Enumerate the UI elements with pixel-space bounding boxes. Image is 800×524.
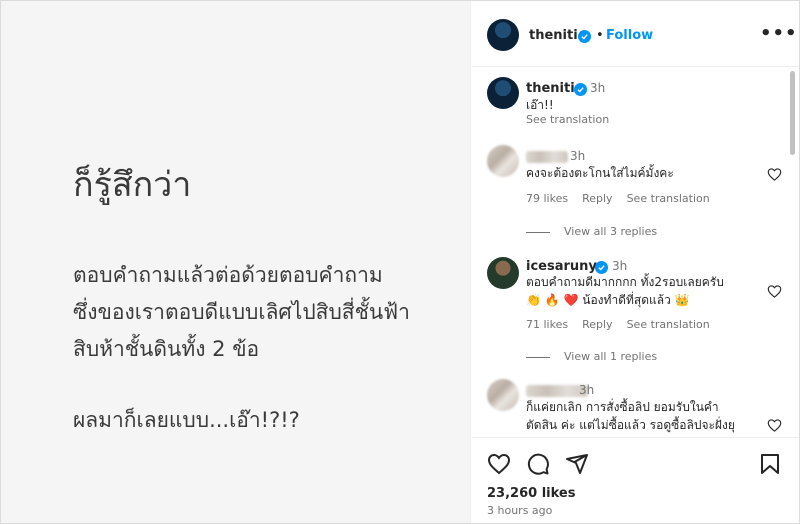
separator-dot: • bbox=[596, 28, 604, 43]
blurred-username[interactable] bbox=[526, 151, 568, 163]
comment-text: คงจะต้องตะโกนใส่ไมค์มั้งคะ bbox=[526, 166, 674, 180]
post-image-line: สิบห้าชั้นดินทั้ง 2 ข้อ bbox=[73, 337, 260, 361]
likes-count[interactable]: 23,260 likes bbox=[487, 486, 575, 501]
caption-time[interactable]: 3h bbox=[590, 81, 605, 95]
post-image: ก็รู้สึกว่า ตอบคำถามแล้วต่อด้วยตอบคำถาม … bbox=[1, 1, 471, 523]
post-image-line: ซึ่งของเราตอบดีแบบเลิศไปสิบสี่ชั้นฟ้า bbox=[73, 300, 410, 324]
see-translation-link[interactable]: See translation bbox=[627, 318, 710, 331]
reply-button[interactable]: Reply bbox=[582, 192, 612, 205]
post-image-line: ตอบคำถามแล้วต่อด้วยตอบคำถาม bbox=[73, 263, 383, 287]
post-image-last-line: ผลมาก็เลยแบบ...เอ๊า!?!? bbox=[73, 408, 300, 432]
comment-text: ตัดสิน ค่ะ แต่ไม่ซื้อแล้ว รอดูซื้อลิปจะฝ… bbox=[526, 418, 735, 432]
like-comment-heart-icon[interactable] bbox=[767, 418, 782, 433]
comment-likes[interactable]: 71 likes bbox=[526, 318, 568, 331]
comment-time[interactable]: 3h bbox=[579, 383, 594, 397]
post-image-paragraph: ตอบคำถามแล้วต่อด้วยตอบคำถาม ซึ่งของเราตอ… bbox=[73, 257, 463, 368]
see-translation-link[interactable]: See translation bbox=[627, 192, 710, 205]
reply-button[interactable]: Reply bbox=[582, 318, 612, 331]
verified-badge-icon bbox=[574, 83, 587, 96]
comment-likes[interactable]: 79 likes bbox=[526, 192, 568, 205]
comments-list[interactable]: theniti 3h เอ๊า!! See translation 3h คงจ… bbox=[472, 67, 799, 437]
like-heart-icon[interactable] bbox=[487, 452, 511, 476]
avatar[interactable] bbox=[487, 145, 519, 177]
post-image-title: ก็รู้สึกว่า bbox=[73, 165, 192, 205]
like-comment-heart-icon[interactable] bbox=[767, 284, 782, 299]
post-actions: 23,260 likes 3 hours ago bbox=[472, 437, 799, 523]
see-translation-link[interactable]: See translation bbox=[526, 113, 609, 126]
follow-button[interactable]: Follow bbox=[606, 28, 653, 43]
comment-time[interactable]: 3h bbox=[570, 149, 585, 163]
comments-scrollbar[interactable] bbox=[790, 71, 795, 155]
avatar[interactable] bbox=[487, 379, 519, 411]
verified-badge-icon bbox=[578, 30, 591, 43]
post-header: theniti • Follow ••• bbox=[472, 1, 799, 67]
view-replies-button[interactable]: View all 1 replies bbox=[526, 350, 657, 363]
comment-text: ก็แค่ยกเลิก การสั่งซื้อลิป ยอมรับในคำ bbox=[526, 400, 719, 414]
view-replies-button[interactable]: View all 3 replies bbox=[526, 225, 657, 238]
avatar[interactable] bbox=[487, 77, 519, 109]
save-bookmark-icon[interactable] bbox=[758, 452, 782, 476]
more-options-icon[interactable]: ••• bbox=[760, 23, 798, 44]
comment-meta: 71 likes Reply See translation bbox=[526, 318, 724, 331]
avatar[interactable] bbox=[487, 19, 519, 51]
comment-meta: 79 likes Reply See translation bbox=[526, 192, 724, 205]
like-comment-heart-icon[interactable] bbox=[767, 167, 782, 182]
comment-time[interactable]: 3h bbox=[612, 259, 627, 273]
posted-time[interactable]: 3 hours ago bbox=[487, 504, 552, 517]
comment-text: 👏 🔥 ❤️ น้องทำดีที่สุดแล้ว 👑 bbox=[526, 293, 690, 307]
comment-icon[interactable] bbox=[526, 452, 550, 476]
comment-text: ตอบคำถามดีมากกกก ทั้ง2รอบเลยครับ bbox=[526, 275, 724, 289]
caption-username[interactable]: theniti bbox=[526, 81, 575, 96]
post-side-panel: theniti • Follow ••• theniti 3h เอ๊า!! S… bbox=[472, 1, 799, 523]
header-username[interactable]: theniti bbox=[529, 28, 578, 43]
share-icon[interactable] bbox=[565, 452, 589, 476]
avatar[interactable] bbox=[487, 257, 519, 289]
